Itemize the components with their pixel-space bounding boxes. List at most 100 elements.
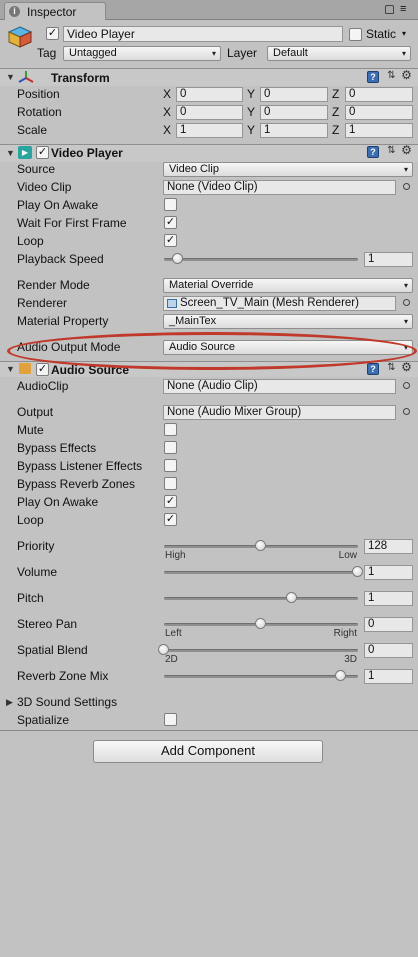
foldout-arrow-icon[interactable]: ▼ (6, 72, 15, 82)
transform-row-label: Scale (17, 123, 48, 137)
output-label: Output (17, 405, 54, 419)
help-icon[interactable]: ? (367, 146, 379, 158)
transform-z-field[interactable]: 0 (345, 87, 413, 102)
axis-y-label: Y (247, 105, 256, 119)
transform-x-field[interactable]: 0 (176, 87, 243, 102)
video-clip-field[interactable]: None (Video Clip) (163, 180, 396, 195)
loop-checkbox[interactable]: ✓ (164, 234, 177, 247)
transform-y-field[interactable]: 0 (260, 87, 328, 102)
volume-field[interactable]: 1 (364, 565, 413, 580)
transform-y-field[interactable]: 1 (260, 123, 328, 138)
playback-speed-field[interactable]: 1 (364, 252, 413, 267)
source-dropdown[interactable]: Video Clip ▾ (163, 162, 413, 177)
spatial-max-label: 3D (344, 654, 357, 665)
material-property-value: _MainTex (169, 315, 217, 327)
play-on-awake-label: Play On Awake (17, 495, 99, 509)
foldout-collapsed-icon[interactable]: ▶ (6, 697, 13, 708)
loop-label: Loop (17, 513, 44, 527)
volume-slider[interactable] (164, 571, 358, 574)
pitch-thumb[interactable] (286, 592, 297, 603)
object-picker-icon[interactable] (403, 183, 410, 190)
reverb-mix-thumb[interactable] (335, 670, 346, 681)
reverb-mix-slider[interactable] (164, 675, 358, 678)
reverb-mix-field[interactable]: 1 (364, 669, 413, 684)
mute-checkbox[interactable] (164, 423, 177, 436)
audio-clip-field[interactable]: None (Audio Clip) (163, 379, 396, 394)
stereo-field[interactable]: 0 (364, 617, 413, 632)
transform-row-label: Position (17, 87, 60, 101)
foldout-arrow-icon[interactable]: ▼ (6, 148, 15, 158)
volume-thumb[interactable] (352, 566, 363, 577)
active-checkbox[interactable]: ✓ (46, 27, 59, 40)
menu-icon[interactable]: ≡ (400, 4, 406, 15)
gear-icon[interactable]: ⚙ (401, 361, 412, 373)
spatial-slider[interactable] (164, 649, 358, 652)
transform-x-field[interactable]: 0 (176, 105, 243, 120)
static-dropdown-icon[interactable]: ▾ (402, 29, 406, 38)
help-icon[interactable]: ? (367, 363, 379, 375)
stereo-thumb[interactable] (255, 618, 266, 629)
render-mode-dropdown[interactable]: Material Override ▾ (163, 278, 413, 293)
layer-dropdown[interactable]: Default ▾ (267, 46, 411, 61)
spatial-min-label: 2D (165, 654, 178, 665)
highlight-annotation (7, 332, 417, 370)
3d-sound-settings-foldout[interactable]: 3D Sound Settings (17, 695, 117, 709)
priority-thumb[interactable] (255, 540, 266, 551)
spatialize-checkbox[interactable] (164, 713, 177, 726)
preset-icon[interactable]: ⇅ (386, 71, 397, 82)
static-checkbox[interactable] (349, 28, 362, 41)
mesh-renderer-icon (167, 299, 177, 308)
gear-icon[interactable]: ⚙ (401, 69, 412, 81)
help-icon[interactable]: ? (367, 71, 379, 83)
bypass-effects-label: Bypass Effects (17, 441, 97, 455)
material-property-dropdown[interactable]: _MainTex ▾ (163, 314, 413, 329)
layer-value: Default (273, 47, 308, 59)
object-picker-icon[interactable] (403, 299, 410, 306)
output-field[interactable]: None (Audio Mixer Group) (163, 405, 396, 420)
audio-clip-label: AudioClip (17, 379, 69, 393)
preset-icon[interactable]: ⇅ (386, 363, 397, 374)
add-component-button[interactable]: Add Component (93, 740, 323, 763)
bypass-reverb-checkbox[interactable] (164, 477, 177, 490)
video-player-enabled-checkbox[interactable]: ✓ (36, 146, 49, 159)
preset-icon[interactable]: ⇅ (386, 146, 397, 157)
source-value: Video Clip (169, 163, 219, 175)
audio-source-enabled-checkbox[interactable]: ✓ (36, 363, 49, 376)
gear-icon[interactable]: ⚙ (401, 144, 412, 156)
transform-x-field[interactable]: 1 (176, 123, 243, 138)
play-on-awake-checkbox[interactable]: ✓ (164, 495, 177, 508)
spatial-label: Spatial Blend (17, 643, 88, 657)
axis-z-label: Z (332, 105, 340, 119)
object-picker-icon[interactable] (403, 382, 410, 389)
audio-source-icon (19, 363, 31, 374)
play-on-awake-checkbox[interactable] (164, 198, 177, 211)
transform-z-field[interactable]: 1 (345, 123, 413, 138)
transform-row-label: Rotation (17, 105, 62, 119)
playback-speed-thumb[interactable] (172, 253, 183, 264)
material-property-label: Material Property (17, 314, 109, 328)
pitch-slider[interactable] (164, 597, 358, 600)
stereo-max-label: Right (333, 628, 357, 639)
spatial-field[interactable]: 0 (364, 643, 413, 658)
lock-icon[interactable] (385, 5, 394, 14)
object-name-input[interactable]: Video Player (63, 26, 343, 42)
loop-checkbox[interactable]: ✓ (164, 513, 177, 526)
priority-field[interactable]: 128 (364, 539, 413, 554)
tag-dropdown[interactable]: Untagged ▾ (63, 46, 221, 61)
wait-first-frame-checkbox[interactable]: ✓ (164, 216, 177, 229)
play-on-awake-label: Play On Awake (17, 198, 99, 212)
chevron-down-icon: ▾ (403, 165, 408, 174)
transform-z-field[interactable]: 0 (345, 105, 413, 120)
object-picker-icon[interactable] (403, 408, 410, 415)
tab-inspector[interactable]: i Inspector (4, 2, 106, 20)
renderer-value: Screen_TV_Main (Mesh Renderer) (180, 297, 359, 309)
playback-speed-slider[interactable] (164, 258, 358, 261)
video-player-icon: ▶ (18, 146, 32, 159)
pitch-field[interactable]: 1 (364, 591, 413, 606)
renderer-field[interactable]: Screen_TV_Main (Mesh Renderer) (163, 296, 396, 311)
foldout-arrow-icon[interactable]: ▼ (6, 364, 15, 374)
bypass-effects-checkbox[interactable] (164, 441, 177, 454)
bypass-listener-checkbox[interactable] (164, 459, 177, 472)
transform-y-field[interactable]: 0 (260, 105, 328, 120)
priority-label: Priority (17, 539, 55, 553)
